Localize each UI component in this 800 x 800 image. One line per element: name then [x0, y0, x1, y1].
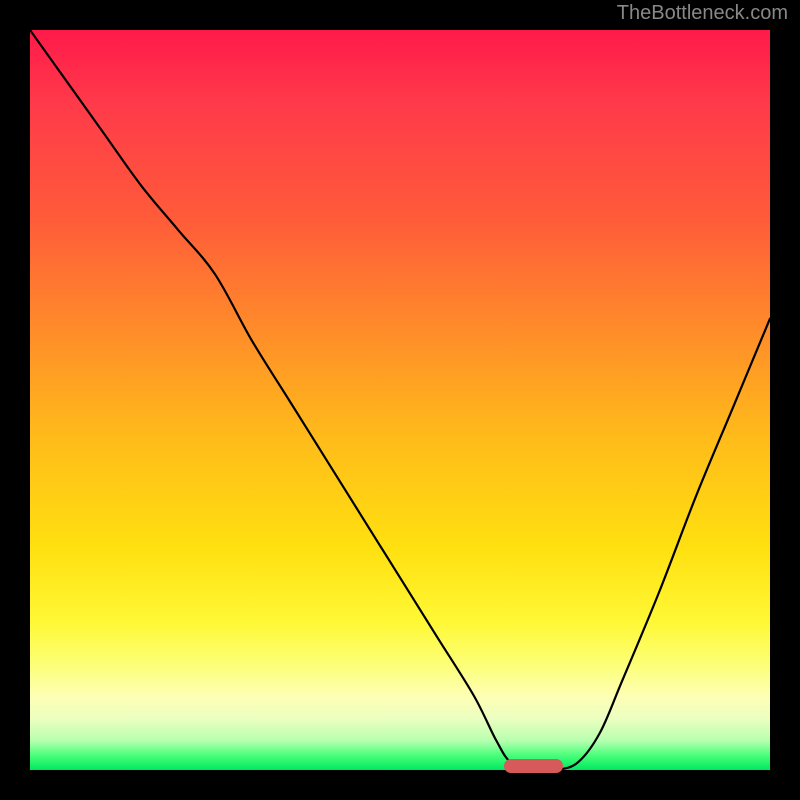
watermark-text: TheBottleneck.com [617, 2, 788, 25]
optimal-range-marker [504, 759, 563, 773]
chart-gradient-area [30, 30, 770, 770]
